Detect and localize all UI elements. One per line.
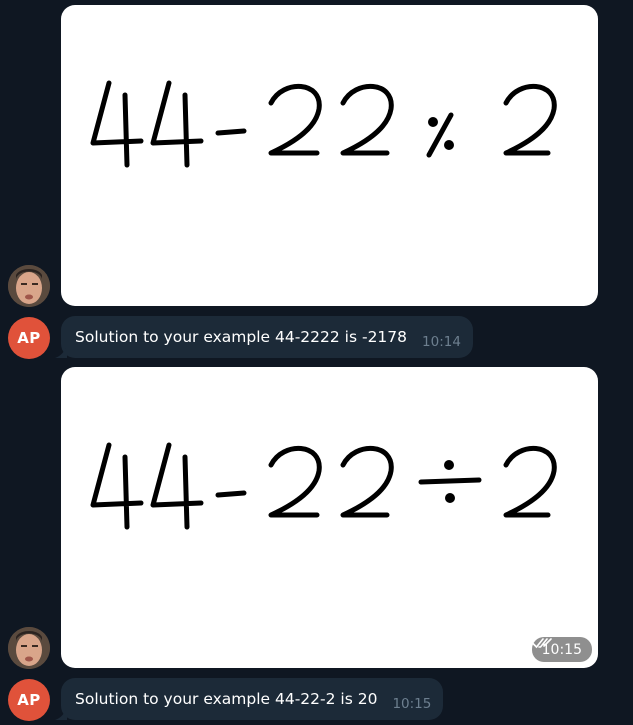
- user-avatar[interactable]: [8, 265, 50, 307]
- handwritten-expression-image: [90, 80, 557, 168]
- bot-avatar[interactable]: AP: [8, 317, 50, 359]
- bubble-tail: [55, 346, 67, 358]
- bot-message-bubble[interactable]: Solution to your example 44-22-2 is 20 1…: [55, 678, 444, 720]
- message-text: Solution to your example 44-22-2 is 20: [75, 690, 378, 708]
- double-check-icon: [531, 638, 552, 649]
- message-time: 10:15: [392, 696, 432, 712]
- handwritten-expression-image: [90, 442, 557, 530]
- bot-message-bubble[interactable]: Solution to your example 44-2222 is -217…: [55, 316, 473, 358]
- image-time-pill: 10:15: [531, 637, 592, 662]
- handwritten-image-message[interactable]: 10:15: [61, 367, 598, 668]
- message-time: 10:14: [422, 334, 461, 350]
- bubble-tail: [55, 708, 67, 720]
- bot-avatar-initials: AP: [17, 691, 41, 709]
- bot-avatar[interactable]: AP: [8, 679, 50, 721]
- bot-avatar-initials: AP: [17, 329, 41, 347]
- message-text: Solution to your example 44-2222 is -217…: [75, 328, 408, 346]
- user-photo-avatar: [8, 265, 50, 307]
- user-avatar[interactable]: [8, 627, 50, 669]
- user-photo-avatar: [8, 627, 50, 669]
- handwritten-image-message[interactable]: [61, 5, 598, 306]
